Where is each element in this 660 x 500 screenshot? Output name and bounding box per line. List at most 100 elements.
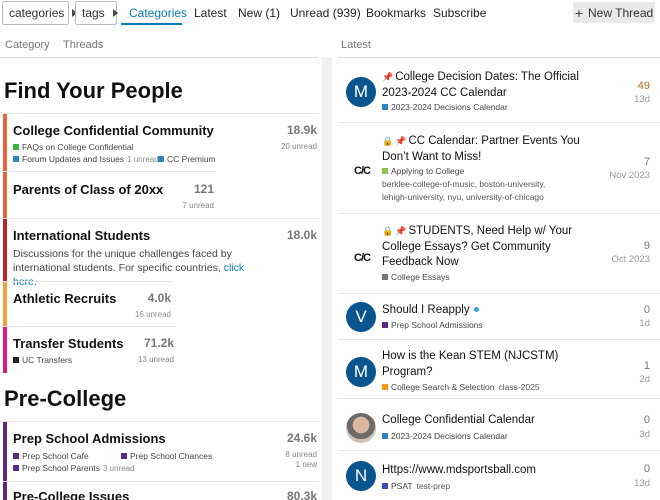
topic-title[interactable]: Should I Reapply bbox=[382, 303, 602, 319]
category-row[interactable]: Prep School Admissions 24.6k 8 unread 1 … bbox=[3, 421, 319, 481]
subcategory-link[interactable]: Prep School Parents 3 unread bbox=[13, 463, 135, 473]
tab-unread[interactable]: Unread (939) bbox=[290, 6, 361, 20]
topic-title[interactable]: 📌 College Decision Dates: The Official 20… bbox=[382, 70, 602, 101]
topic-category[interactable]: Prep School Admissions bbox=[382, 320, 483, 330]
new-thread-button[interactable]: + New Thread bbox=[573, 2, 655, 23]
topic-row[interactable]: M How is the Kean STEM (NJCSTM) Program?… bbox=[338, 340, 660, 399]
topic-category[interactable]: 2023-2024 Decisions Calendar bbox=[382, 102, 508, 112]
subcategory-link[interactable]: Forum Updates and Issues 1 unread bbox=[13, 154, 159, 164]
subcategory-link[interactable]: UC Transfers bbox=[13, 355, 72, 365]
topic-activity[interactable]: 3d bbox=[639, 429, 650, 440]
avatar[interactable] bbox=[346, 413, 376, 443]
category-unread[interactable]: 8 unread bbox=[285, 450, 317, 459]
topic-category[interactable]: College Search & Selection class-2025 bbox=[382, 382, 540, 392]
avatar[interactable]: M bbox=[346, 357, 376, 387]
category-name[interactable]: Parents of Class of 20xx bbox=[13, 182, 163, 197]
avatar[interactable]: C/C bbox=[348, 244, 376, 272]
topic-title[interactable]: Https://www.mdsportsball.com bbox=[382, 463, 602, 479]
category-row[interactable]: College Confidential Community 18.9k 20 … bbox=[3, 113, 319, 171]
topic-replies[interactable]: 49 bbox=[638, 80, 650, 92]
column-header-threads[interactable]: Threads bbox=[63, 39, 103, 51]
category-count: 24.6k bbox=[286, 431, 317, 445]
topic-activity[interactable]: 13d bbox=[634, 94, 650, 105]
subcategory-link[interactable]: CC Premium bbox=[158, 154, 216, 164]
topic-replies[interactable]: 9 bbox=[644, 240, 650, 252]
tab-new[interactable]: New (1) bbox=[238, 6, 280, 20]
topic-replies[interactable]: 0 bbox=[644, 463, 650, 475]
subcategory-link[interactable]: Prep School Cafe bbox=[13, 451, 89, 461]
category-name[interactable]: International Students bbox=[13, 228, 150, 243]
categories-dropdown[interactable]: categories bbox=[2, 1, 78, 25]
category-count: 80.3k bbox=[286, 489, 317, 500]
left-column-scrollbar[interactable] bbox=[322, 57, 332, 500]
tab-subscribe[interactable]: Subscribe bbox=[433, 6, 486, 20]
category-unread[interactable]: 20 unread bbox=[281, 142, 317, 151]
topic-tags[interactable]: berklee-college-of-music, boston-univers… bbox=[382, 178, 552, 204]
category-unread[interactable]: 7 unread bbox=[182, 201, 214, 210]
category-name[interactable]: College Confidential Community bbox=[13, 123, 214, 138]
topic-title-text: College Confidential Calendar bbox=[382, 414, 535, 426]
topic-title-text: STUDENTS, Need Help w/ Your College Essa… bbox=[382, 225, 573, 268]
topic-tag[interactable]: class-2025 bbox=[498, 382, 539, 392]
avatar[interactable]: M bbox=[346, 77, 376, 107]
topic-replies[interactable]: 0 bbox=[644, 304, 650, 316]
category-row[interactable]: Athletic Recruits 4.0k 16 unread bbox=[3, 281, 173, 326]
topic-replies[interactable]: 1 bbox=[644, 360, 650, 372]
topic-category[interactable]: College Essays bbox=[382, 272, 450, 282]
topic-activity[interactable]: 13d bbox=[634, 478, 650, 489]
section-title: Find Your People bbox=[4, 78, 183, 103]
category-name[interactable]: Prep School Admissions bbox=[13, 431, 166, 446]
subcategory-link[interactable]: Prep School Chances bbox=[121, 451, 212, 461]
subcategory-color bbox=[13, 357, 19, 363]
category-name[interactable]: Pre-College Issues bbox=[13, 489, 129, 500]
topic-row[interactable]: N Https://www.mdsportsball.com PSAT test-… bbox=[338, 451, 660, 500]
category-count: 71.2k bbox=[143, 336, 174, 350]
category-name[interactable]: Transfer Students bbox=[13, 336, 124, 351]
topic-activity[interactable]: 2d bbox=[639, 374, 650, 385]
tab-categories[interactable]: Categories bbox=[129, 6, 187, 20]
category-row[interactable]: Transfer Students 71.2k UC Transfers 13 … bbox=[3, 326, 176, 373]
category-count: 18.9k bbox=[286, 123, 317, 137]
topic-tag[interactable]: test-prep bbox=[417, 481, 451, 491]
column-header-category[interactable]: Category bbox=[5, 39, 50, 51]
category-row[interactable]: International Students 18.0k Discussions… bbox=[3, 218, 319, 288]
category-name[interactable]: Athletic Recruits bbox=[13, 291, 116, 306]
topic-row[interactable]: V Should I Reapply Prep School Admission… bbox=[338, 294, 660, 340]
topic-row[interactable]: C/C 🔒 📌 STUDENTS, Need Help w/ Your Colleg… bbox=[338, 214, 660, 294]
topic-title[interactable]: 🔒 📌 STUDENTS, Need Help w/ Your College Es… bbox=[382, 224, 602, 271]
topic-category[interactable]: Applying to College bbox=[382, 166, 464, 176]
category-color bbox=[382, 384, 388, 390]
subcategory-name: UC Transfers bbox=[22, 355, 73, 365]
topic-row[interactable]: C/C 🔒 📌 CC Calendar: Partner Events You Do… bbox=[338, 123, 660, 214]
category-unread[interactable]: 13 unread bbox=[138, 355, 174, 364]
topic-title[interactable]: How is the Kean STEM (NJCSTM) Program? bbox=[382, 349, 572, 380]
topic-activity[interactable]: Nov 2023 bbox=[609, 170, 650, 181]
category-color bbox=[382, 322, 388, 328]
pin-icon: 📌 bbox=[395, 226, 407, 236]
active-tab-indicator bbox=[121, 23, 182, 25]
category-row[interactable]: Pre-College Issues 80.3k bbox=[3, 481, 319, 500]
category-unread[interactable]: 16 unread bbox=[135, 310, 171, 319]
tags-dropdown[interactable]: tags bbox=[75, 1, 118, 25]
column-header-latest[interactable]: Latest bbox=[341, 39, 371, 51]
topic-activity[interactable]: 1d bbox=[639, 318, 650, 329]
topic-row[interactable]: College Confidential Calendar 2023-2024 … bbox=[338, 399, 660, 451]
topic-category[interactable]: 2023-2024 Decisions Calendar bbox=[382, 431, 508, 441]
topic-replies[interactable]: 0 bbox=[644, 414, 650, 426]
tab-bookmarks[interactable]: Bookmarks bbox=[366, 6, 426, 20]
topic-title-text: College Decision Dates: The Official 202… bbox=[382, 71, 579, 99]
tab-latest[interactable]: Latest bbox=[194, 6, 227, 20]
topic-replies[interactable]: 7 bbox=[644, 156, 650, 168]
subcategory-name: Forum Updates and Issues bbox=[22, 154, 125, 164]
avatar[interactable]: N bbox=[346, 461, 376, 491]
subcategory-link[interactable]: FAQs on College Confidential bbox=[13, 142, 134, 152]
topic-category[interactable]: PSAT test-prep bbox=[382, 481, 450, 491]
topic-row[interactable]: M 📌 College Decision Dates: The Official … bbox=[338, 58, 660, 123]
category-new[interactable]: 1 new bbox=[296, 460, 317, 469]
category-row[interactable]: Parents of Class of 20xx 121 7 unread bbox=[3, 171, 216, 218]
avatar[interactable]: C/C bbox=[348, 157, 376, 185]
topic-title[interactable]: College Confidential Calendar bbox=[382, 413, 602, 429]
topic-activity[interactable]: Oct 2023 bbox=[611, 254, 650, 265]
topic-title[interactable]: 🔒 📌 CC Calendar: Partner Events You Don’t … bbox=[382, 134, 602, 165]
avatar[interactable]: V bbox=[346, 302, 376, 332]
